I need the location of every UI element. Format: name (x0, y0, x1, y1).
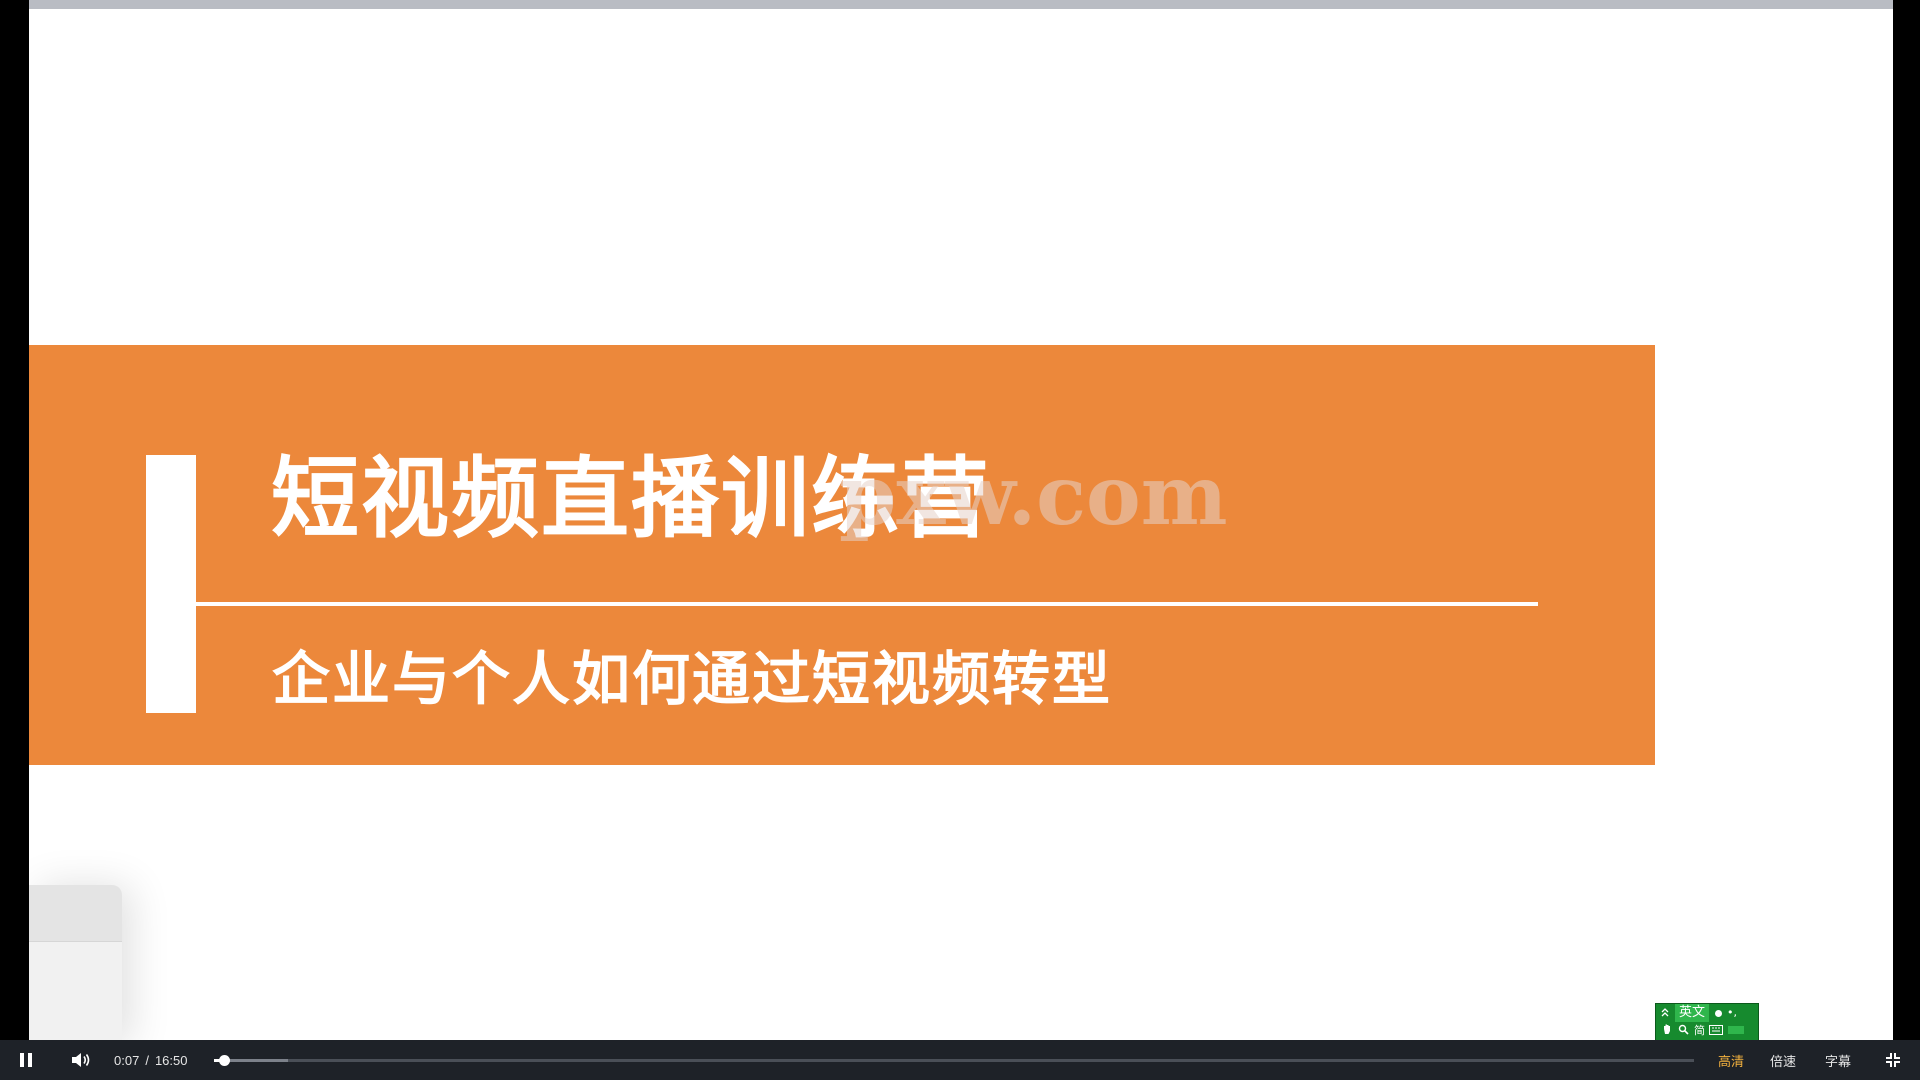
quality-button[interactable]: 高清 (1718, 1040, 1744, 1080)
dot-icon[interactable] (1715, 1009, 1723, 1017)
pause-icon (20, 1053, 32, 1067)
time-separator: / (145, 1052, 149, 1068)
player-control-bar: 0:07 / 16:50 高清 倍速 字幕 (0, 1040, 1920, 1080)
video-frame[interactable]: 短视频直播训练营 pxw.com 企业与个人如何通过短视频转型 (29, 0, 1893, 1040)
keyboard-icon[interactable] (1709, 1022, 1723, 1040)
quality-label: 高清 (1718, 1054, 1745, 1070)
exit-fullscreen-icon (1886, 1053, 1900, 1067)
pause-button[interactable] (14, 1040, 38, 1080)
ime-grid-icon (1728, 1022, 1744, 1040)
subtitle-label: 字幕 (1825, 1054, 1852, 1070)
volume-icon (72, 1053, 90, 1067)
exit-fullscreen-button[interactable] (1882, 1040, 1904, 1080)
ime-language-toggle[interactable]: 英文 (1675, 1004, 1710, 1022)
collapse-icon[interactable] (1659, 1004, 1671, 1022)
punctuation-icon[interactable]: •, (1727, 1004, 1737, 1022)
title-banner: 短视频直播训练营 pxw.com 企业与个人如何通过短视频转型 (29, 345, 1655, 765)
hand-icon[interactable] (1660, 1022, 1674, 1040)
side-window-header (29, 885, 122, 942)
banner-divider (196, 602, 1538, 606)
ime-toolbar[interactable]: 英文 •, 简 (1655, 1003, 1759, 1041)
side-window-fragment (29, 885, 122, 1040)
slide-top-edge (29, 0, 1893, 9)
time-display: 0:07 / 16:50 (114, 1040, 187, 1080)
duration: 16:50 (154, 1052, 188, 1068)
search-icon[interactable] (1676, 1022, 1690, 1040)
speed-label: 倍速 (1770, 1054, 1797, 1070)
progress-bar[interactable] (214, 1055, 1694, 1066)
speed-button[interactable]: 倍速 (1770, 1040, 1796, 1080)
subtitle-button[interactable]: 字幕 (1825, 1040, 1851, 1080)
volume-button[interactable] (68, 1040, 94, 1080)
banner-accent-bar (146, 455, 196, 713)
ime-mode[interactable]: 简 (1694, 1022, 1705, 1040)
video-player[interactable]: 短视频直播训练营 pxw.com 企业与个人如何通过短视频转型 英文 •, 简 … (0, 0, 1920, 1080)
watermark: pxw.com (839, 448, 1228, 544)
progress-handle[interactable] (219, 1055, 231, 1066)
current-time: 0:07 (114, 1052, 140, 1068)
slide-subtitle: 企业与个人如何通过短视频转型 (272, 645, 1113, 713)
